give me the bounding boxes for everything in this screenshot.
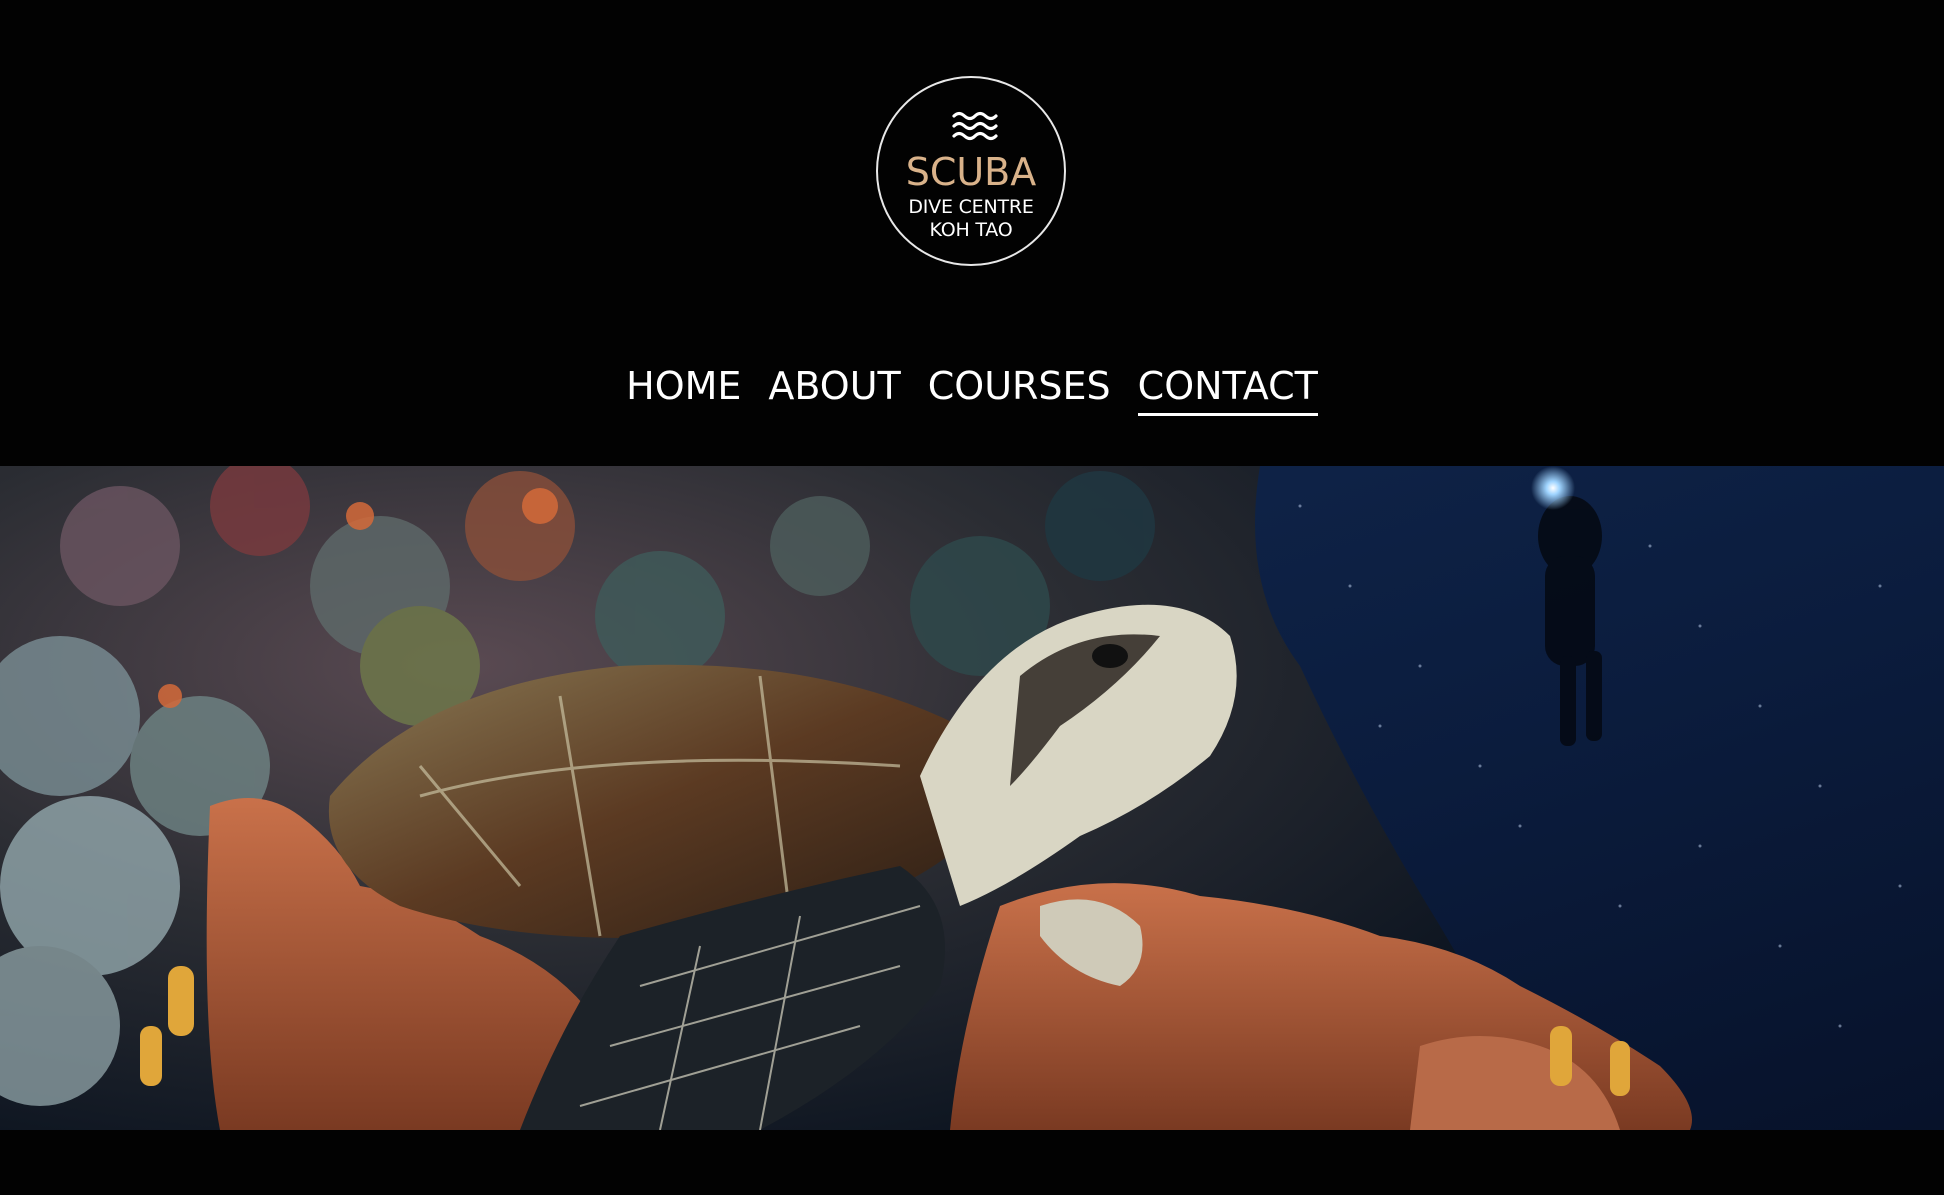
sea-turtle-reef-illustration: [0, 466, 1944, 1130]
logo-subtitle-line2: KOH TAO: [929, 219, 1013, 241]
main-navigation: HOME ABOUT COURSES CONTACT: [0, 362, 1944, 416]
waves-icon: [952, 111, 998, 141]
nav-contact-link[interactable]: CONTACT: [1137, 362, 1318, 416]
nav-courses-link[interactable]: COURSES: [928, 362, 1111, 416]
logo-brand-text: SCUBA: [905, 150, 1037, 194]
nav-about-link[interactable]: ABOUT: [768, 362, 900, 416]
hero-image: [0, 466, 1944, 1130]
site-logo[interactable]: SCUBA DIVE CENTRE KOH TAO: [876, 76, 1066, 266]
logo-subtitle-line1: DIVE CENTRE: [908, 196, 1034, 218]
nav-home-link[interactable]: HOME: [626, 362, 741, 416]
